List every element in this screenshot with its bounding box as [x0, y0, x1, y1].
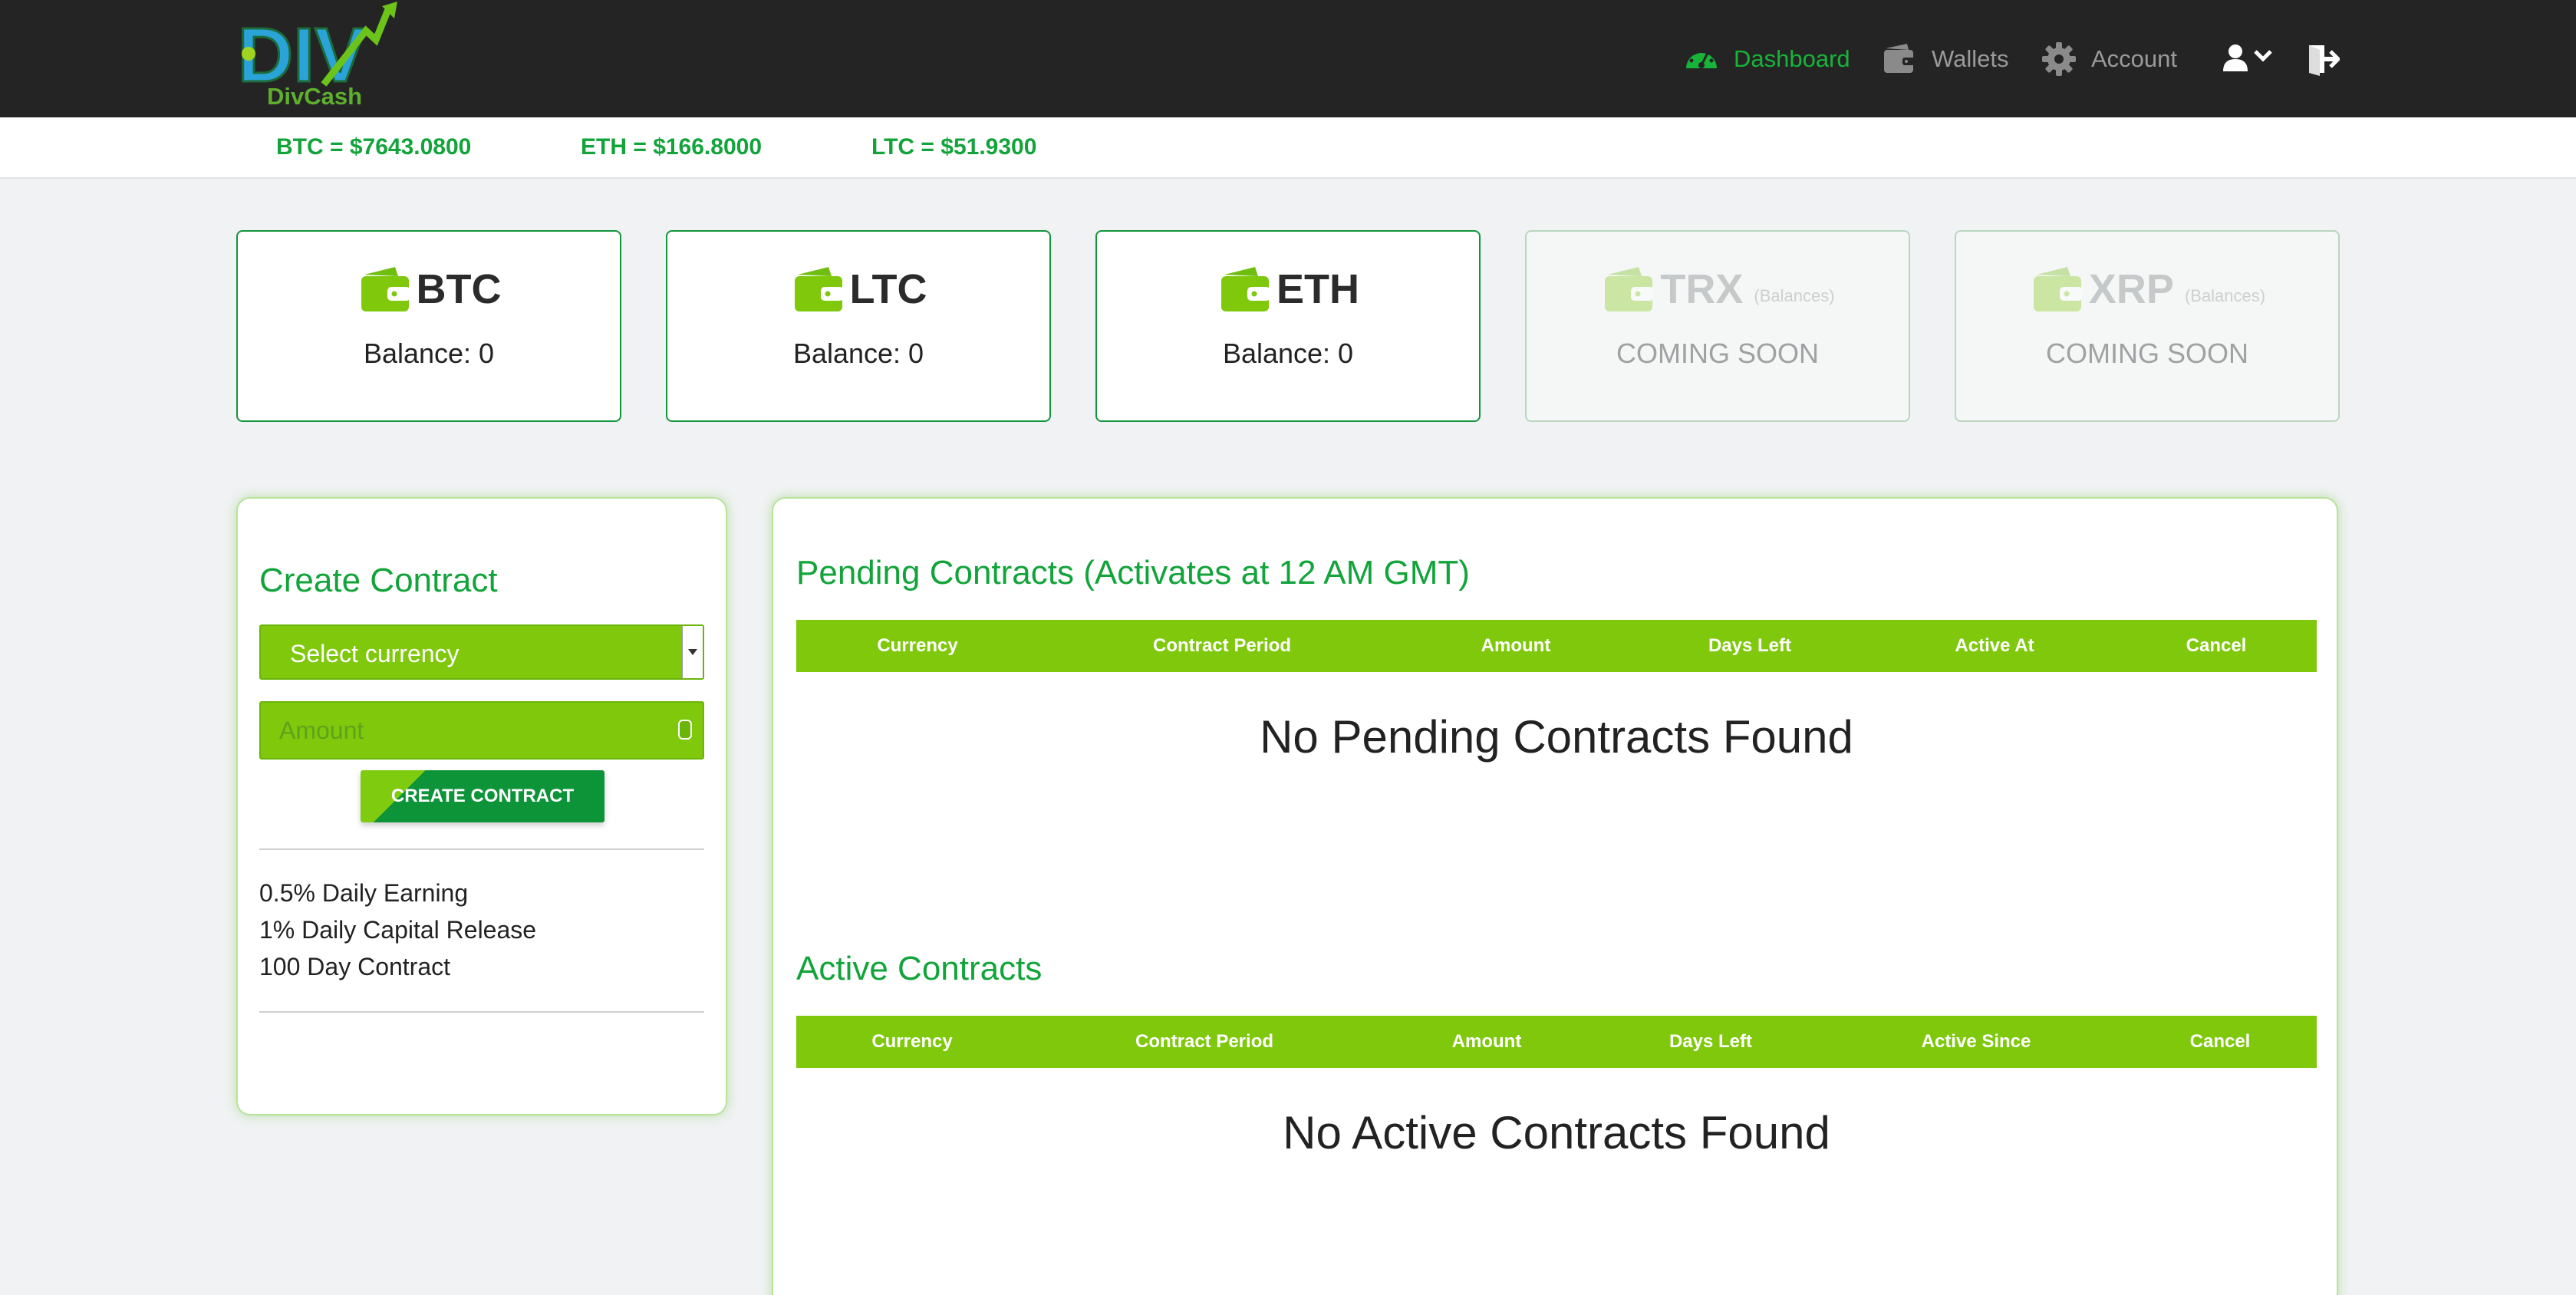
pending-table-header: Currency Contract Period Amount Days Lef… — [796, 620, 2317, 672]
card-sub-label: (Balances) — [2184, 286, 2266, 305]
divider — [259, 849, 704, 850]
currency-select[interactable]: Select currency — [259, 624, 704, 680]
balance-card-btc[interactable]: BTC Balance: 0 — [236, 230, 621, 422]
logout-button[interactable] — [2306, 32, 2340, 86]
balance-card-xrp: XRP (Balances) COMING SOON — [1955, 230, 2340, 422]
col-active-at[interactable]: Active At — [1955, 635, 2034, 657]
logout-icon — [2309, 45, 2340, 76]
amount-input[interactable] — [259, 701, 704, 760]
nav-account[interactable]: Account — [2041, 32, 2177, 86]
card-coin-label: LTC — [849, 266, 927, 312]
speedometer-icon — [1686, 48, 1717, 68]
col-days-left[interactable]: Days Left — [1708, 635, 1791, 657]
col-currency[interactable]: Currency — [877, 635, 957, 657]
wallet-icon — [1884, 44, 1915, 73]
pending-contracts-title: Pending Contracts (Activates at 12 AM GM… — [796, 554, 1470, 591]
balance-card-eth[interactable]: ETH Balance: 0 — [1095, 230, 1481, 422]
brand-name: DivCash — [267, 83, 363, 110]
col-amount[interactable]: Amount — [1481, 635, 1551, 657]
card-coin-label: ETH — [1276, 266, 1359, 312]
card-status: COMING SOON — [2045, 338, 2248, 369]
divider — [259, 1011, 704, 1013]
wallet-icon — [1605, 267, 1655, 311]
col-contract-period[interactable]: Contract Period — [1153, 635, 1291, 657]
card-balance: Balance: 0 — [1222, 338, 1354, 369]
wallet-icon — [2033, 267, 2083, 311]
card-coin-label: BTC — [416, 266, 502, 312]
balance-card-trx: TRX (Balances) COMING SOON — [1525, 230, 1910, 422]
feature-capital-release: 1% Daily Capital Release — [259, 916, 537, 944]
card-status: COMING SOON — [1616, 338, 1819, 369]
create-contract-button[interactable]: CREATE CONTRACT — [361, 770, 604, 822]
active-table-header: Currency Contract Period Amount Days Lef… — [796, 1016, 2317, 1068]
user-icon — [2223, 44, 2272, 71]
feature-contract-length: 100 Day Contract — [259, 953, 451, 980]
nav-dashboard[interactable]: Dashboard — [1683, 32, 1850, 86]
currency-select-value: Select currency — [290, 640, 460, 667]
card-coin-label: TRX — [1660, 266, 1744, 312]
card-sub-label: (Balances) — [1754, 286, 1835, 305]
nav-account-label: Account — [2091, 45, 2178, 72]
col-cancel[interactable]: Cancel — [2190, 1031, 2251, 1053]
card-balance: Balance: 0 — [792, 338, 924, 369]
col-days-left[interactable]: Days Left — [1669, 1031, 1752, 1053]
feature-daily-earning: 0.5% Daily Earning — [259, 879, 469, 907]
wallet-icon — [361, 267, 410, 311]
ticker-ltc: LTC = $51.9300 — [871, 134, 1037, 160]
create-contract-title: Create Contract — [259, 562, 498, 599]
ticker-btc: BTC = $7643.0800 — [276, 134, 472, 160]
col-amount[interactable]: Amount — [1452, 1031, 1522, 1053]
caret-down-icon[interactable] — [681, 626, 703, 678]
wallet-icon — [1221, 267, 1270, 311]
contracts-panel: Pending Contracts (Activates at 12 AM GM… — [772, 497, 2338, 1295]
gear-icon — [2042, 42, 2076, 76]
card-coin-label: XRP — [2088, 266, 2174, 312]
col-currency[interactable]: Currency — [871, 1031, 952, 1053]
wallet-icon — [794, 267, 844, 311]
user-menu-toggle[interactable] — [2222, 32, 2277, 86]
col-contract-period[interactable]: Contract Period — [1135, 1031, 1273, 1053]
active-contracts-title: Active Contracts — [796, 950, 1043, 987]
card-balance: Balance: 0 — [363, 338, 495, 369]
nav-wallets-label: Wallets — [1932, 45, 2009, 72]
col-cancel[interactable]: Cancel — [2186, 635, 2247, 657]
ticker-eth: ETH = $166.8000 — [581, 134, 763, 160]
col-active-since[interactable]: Active Since — [1922, 1031, 2031, 1053]
amount-stepper[interactable] — [678, 720, 692, 740]
pending-empty-message: No Pending Contracts Found — [1260, 711, 1853, 763]
balance-card-ltc[interactable]: LTC Balance: 0 — [666, 230, 1051, 422]
create-contract-panel: Create Contract Select currency CREATE C… — [236, 497, 727, 1115]
price-ticker: BTC = $7643.0800 ETH = $166.8000 LTC = $… — [0, 117, 2576, 179]
nav-dashboard-label: Dashboard — [1734, 45, 1850, 72]
active-empty-message: No Active Contracts Found — [1283, 1107, 1830, 1158]
top-navbar: DIV DivCash Dashboard Wallets Account — [0, 0, 2576, 117]
nav-wallets[interactable]: Wallets — [1881, 32, 2008, 86]
chevron-down-icon — [2254, 50, 2272, 62]
